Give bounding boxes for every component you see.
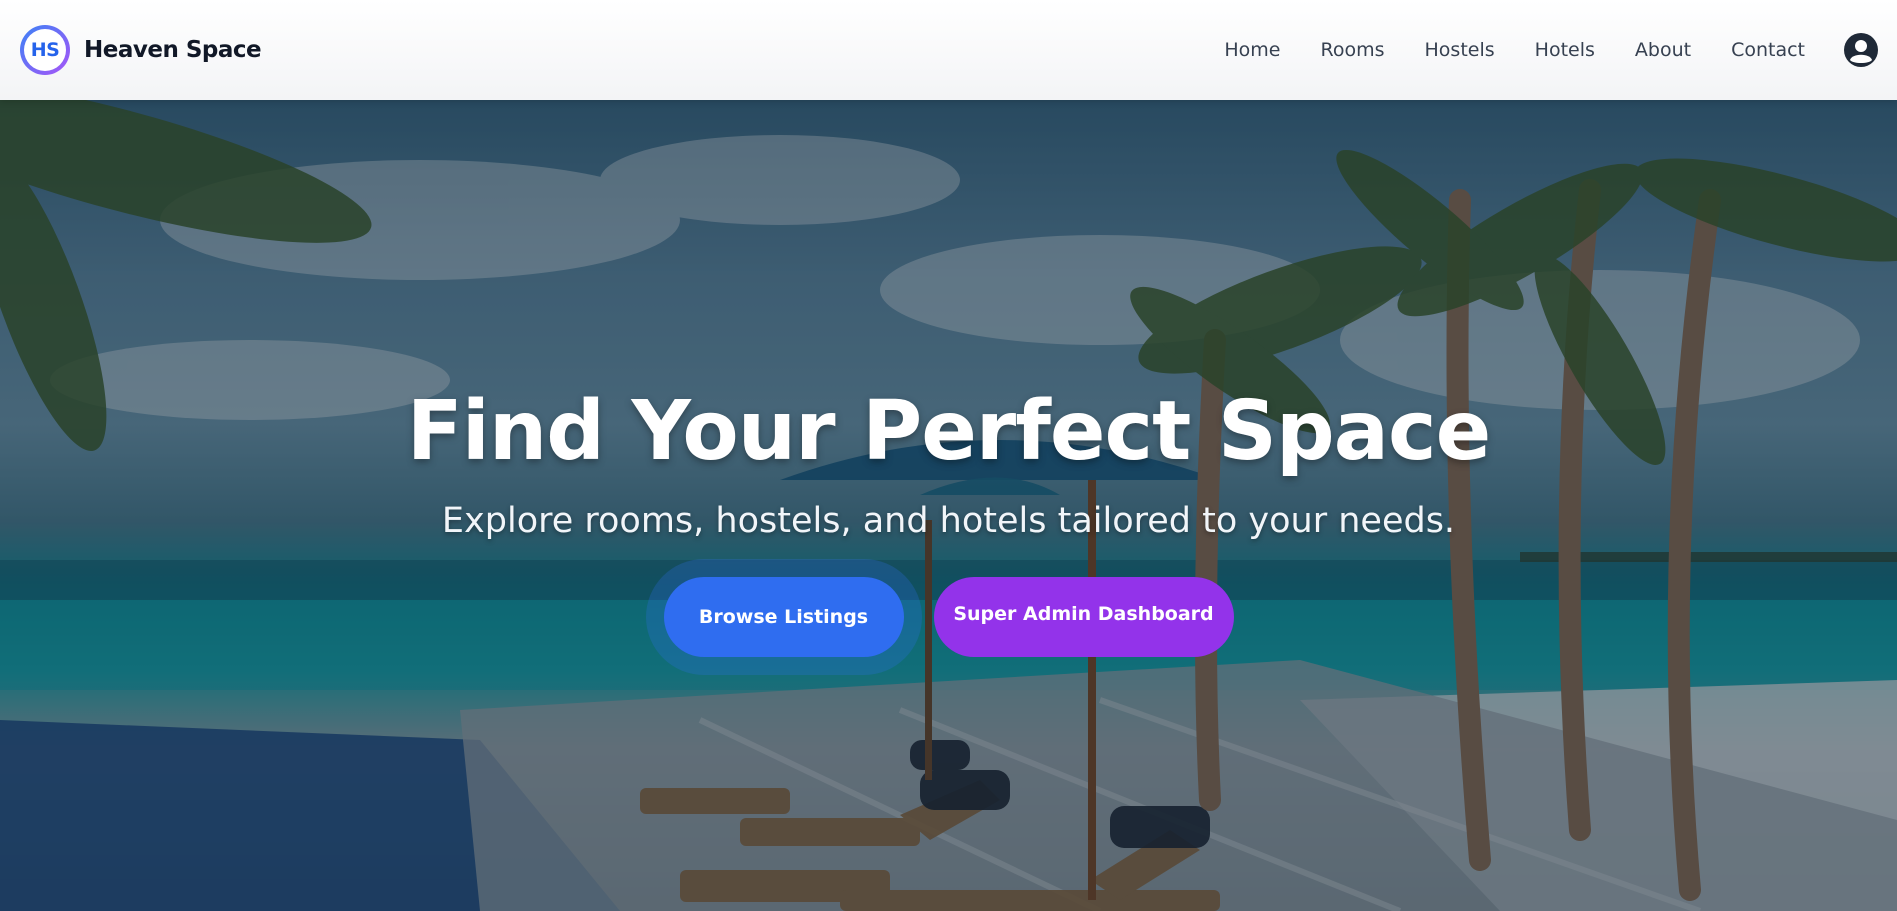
user-circle-icon[interactable] xyxy=(1843,32,1879,68)
navbar: HS Heaven Space Home Rooms Hostels Hotel… xyxy=(0,0,1897,100)
logo[interactable]: HS xyxy=(20,25,70,75)
nav-links: Home Rooms Hostels Hotels About Contact xyxy=(1224,39,1805,61)
hero-subtitle: Explore rooms, hostels, and hotels tailo… xyxy=(441,501,1456,541)
nav-link-contact[interactable]: Contact xyxy=(1731,39,1805,61)
brand[interactable]: HS Heaven Space xyxy=(20,25,262,75)
nav-right: Home Rooms Hostels Hotels About Contact xyxy=(1224,32,1879,68)
nav-link-about[interactable]: About xyxy=(1635,39,1691,61)
browse-listings-button[interactable]: Browse Listings xyxy=(663,577,904,657)
nav-link-rooms[interactable]: Rooms xyxy=(1321,39,1385,61)
super-admin-dashboard-button[interactable]: Super Admin Dashboard xyxy=(933,577,1234,657)
hero-section: Find Your Perfect Space Explore rooms, h… xyxy=(0,100,1897,911)
brand-name[interactable]: Heaven Space xyxy=(84,37,262,63)
hero-title: Find Your Perfect Space xyxy=(406,384,1491,479)
logo-text: HS xyxy=(24,29,66,71)
hero-actions: Browse Listings Super Admin Dashboard xyxy=(663,577,1234,657)
hero-content: Find Your Perfect Space Explore rooms, h… xyxy=(0,100,1897,911)
nav-link-home[interactable]: Home xyxy=(1224,39,1280,61)
nav-link-hotels[interactable]: Hotels xyxy=(1535,39,1595,61)
nav-link-hostels[interactable]: Hostels xyxy=(1425,39,1495,61)
